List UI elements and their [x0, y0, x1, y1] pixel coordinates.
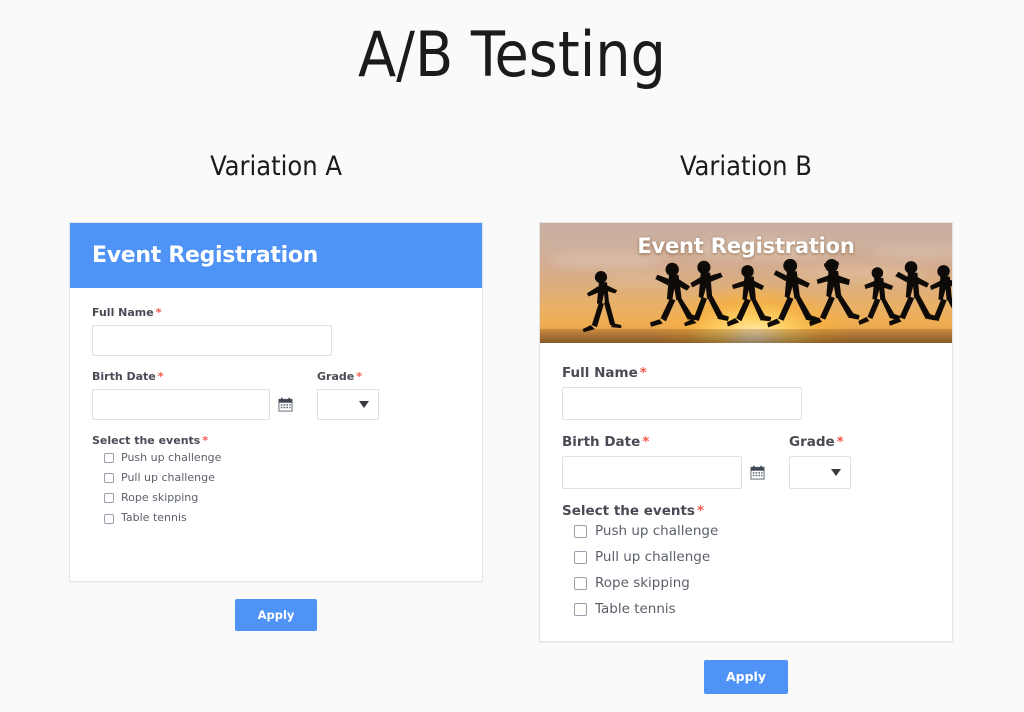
- variation-a-heading: Variation A: [210, 151, 342, 182]
- variation-b-birthdate-field: Birth Date *: [562, 434, 765, 490]
- variation-a-fullname-label-text: Full Name: [92, 305, 154, 319]
- variation-b-events-list: Push up challenge Pull up challenge Rope…: [562, 524, 930, 616]
- variation-b-grade-label-text: Grade: [789, 433, 835, 450]
- variation-b-grade-field: Grade *: [789, 434, 851, 490]
- variation-a-events-label-text: Select the events: [92, 434, 201, 448]
- calendar-icon[interactable]: [750, 465, 765, 480]
- variation-a-events-list: Push up challenge Pull up challenge Rope…: [92, 452, 460, 524]
- checkbox-icon[interactable]: [574, 550, 587, 564]
- list-item[interactable]: Push up challenge: [104, 452, 460, 464]
- checkbox-icon[interactable]: [104, 493, 114, 504]
- variation-b-birthdate-input[interactable]: [562, 456, 742, 490]
- checkbox-icon[interactable]: [574, 602, 587, 616]
- variation-b-form: Full Name * Birth Date * Grade * Select …: [540, 343, 952, 641]
- variation-b-column: Variation B Event Registration Full Name…: [500, 140, 992, 694]
- chevron-down-icon: [359, 401, 369, 409]
- variation-b-events-required: *: [696, 503, 705, 520]
- variation-b-fullname-label-text: Full Name: [562, 364, 638, 381]
- variation-a-date-grade-row: Birth Date * Grade *: [92, 370, 460, 421]
- checkbox-label: Pull up challenge: [121, 471, 215, 485]
- variation-b-fullname-required: *: [639, 364, 647, 381]
- checkbox-label: Table tennis: [121, 511, 187, 525]
- list-item[interactable]: Table tennis: [104, 512, 460, 524]
- chevron-down-icon: [831, 469, 841, 477]
- list-item[interactable]: Rope skipping: [104, 492, 460, 504]
- variation-b-fullname-input[interactable]: [562, 386, 802, 420]
- variation-a-fullname-field: Full Name *: [92, 306, 460, 356]
- variation-a-column: Variation A Event Registration Full Name…: [30, 140, 522, 631]
- runners-silhouette-image: [582, 258, 952, 333]
- variation-b-heading: Variation B: [680, 151, 812, 182]
- variation-b-apply-button[interactable]: Apply: [704, 659, 788, 694]
- variation-b-card: Event Registration Full Name * Birth Date…: [539, 221, 953, 642]
- checkbox-label: Rope skipping: [595, 574, 690, 591]
- checkbox-label: Rope skipping: [121, 491, 199, 505]
- variation-a-form: Full Name * Birth Date * Grade * Select …: [70, 288, 482, 559]
- checkbox-icon[interactable]: [104, 473, 114, 484]
- variation-b-events-label: Select the events *: [562, 503, 930, 519]
- variation-b-card-header: Event Registration: [540, 222, 952, 343]
- variation-a-grade-field: Grade *: [317, 370, 379, 421]
- checkbox-icon[interactable]: [104, 453, 114, 464]
- checkbox-label: Pull up challenge: [595, 549, 711, 566]
- variation-b-events-group: Select the events * Push up challenge Pul…: [562, 503, 930, 616]
- variation-b-birthdate-required: *: [642, 433, 650, 450]
- list-item[interactable]: Pull up challenge: [574, 550, 930, 565]
- checkbox-label: Table tennis: [595, 600, 676, 617]
- variation-b-grade-select[interactable]: [789, 456, 851, 490]
- checkbox-icon[interactable]: [574, 576, 587, 590]
- variation-a-grade-required: *: [356, 369, 362, 383]
- checkbox-icon[interactable]: [574, 525, 587, 539]
- variation-a-birthdate-required: *: [157, 369, 164, 383]
- variation-a-grade-label: Grade *: [317, 370, 379, 383]
- variation-a-fullname-required: *: [155, 305, 162, 319]
- variation-a-header-title: Event Registration: [92, 242, 319, 268]
- checkbox-icon[interactable]: [104, 513, 114, 524]
- checkbox-label: Push up challenge: [595, 523, 719, 540]
- variation-b-grade-label: Grade *: [789, 434, 851, 450]
- variation-a-apply-button[interactable]: Apply: [235, 598, 317, 631]
- variation-a-events-required: *: [202, 434, 209, 448]
- variation-a-card: Event Registration Full Name * Birth Date…: [69, 221, 483, 582]
- variation-a-birthdate-wrap: [92, 389, 293, 421]
- variation-b-birthdate-wrap: [562, 456, 765, 490]
- checkbox-label: Push up challenge: [121, 451, 222, 465]
- variation-a-birthdate-field: Birth Date *: [92, 370, 293, 421]
- variation-b-fullname-label: Full Name *: [562, 365, 930, 381]
- variation-a-fullname-label: Full Name *: [92, 306, 460, 319]
- variation-b-birthdate-label: Birth Date *: [562, 434, 765, 450]
- variation-b-apply-wrap: Apply: [500, 659, 992, 694]
- variation-b-header-title: Event Registration: [637, 233, 855, 258]
- variation-a-birthdate-input[interactable]: [92, 389, 270, 421]
- variation-a-birthdate-label: Birth Date *: [92, 370, 293, 383]
- variation-a-birthdate-label-text: Birth Date: [92, 369, 156, 383]
- variation-a-grade-select[interactable]: [317, 389, 379, 421]
- list-item[interactable]: Pull up challenge: [104, 472, 460, 484]
- variation-a-events-group: Select the events * Push up challenge Pul…: [92, 434, 460, 524]
- list-item[interactable]: Rope skipping: [574, 576, 930, 591]
- variation-a-fullname-input[interactable]: [92, 324, 332, 356]
- variation-b-fullname-field: Full Name *: [562, 365, 930, 420]
- variation-a-events-label: Select the events *: [92, 434, 460, 447]
- variation-b-grade-required: *: [836, 433, 844, 450]
- page-title: A/B Testing: [358, 18, 666, 91]
- list-item[interactable]: Table tennis: [574, 600, 930, 617]
- variation-a-apply-wrap: Apply: [30, 598, 522, 631]
- variation-b-events-label-text: Select the events: [562, 503, 695, 520]
- variation-b-birthdate-label-text: Birth Date: [562, 433, 641, 450]
- variation-a-grade-label-text: Grade: [317, 369, 355, 383]
- list-item[interactable]: Push up challenge: [574, 524, 930, 539]
- calendar-icon[interactable]: [278, 397, 293, 412]
- variation-a-card-header: Event Registration: [70, 222, 482, 288]
- variation-b-date-grade-row: Birth Date * Grade *: [562, 434, 930, 490]
